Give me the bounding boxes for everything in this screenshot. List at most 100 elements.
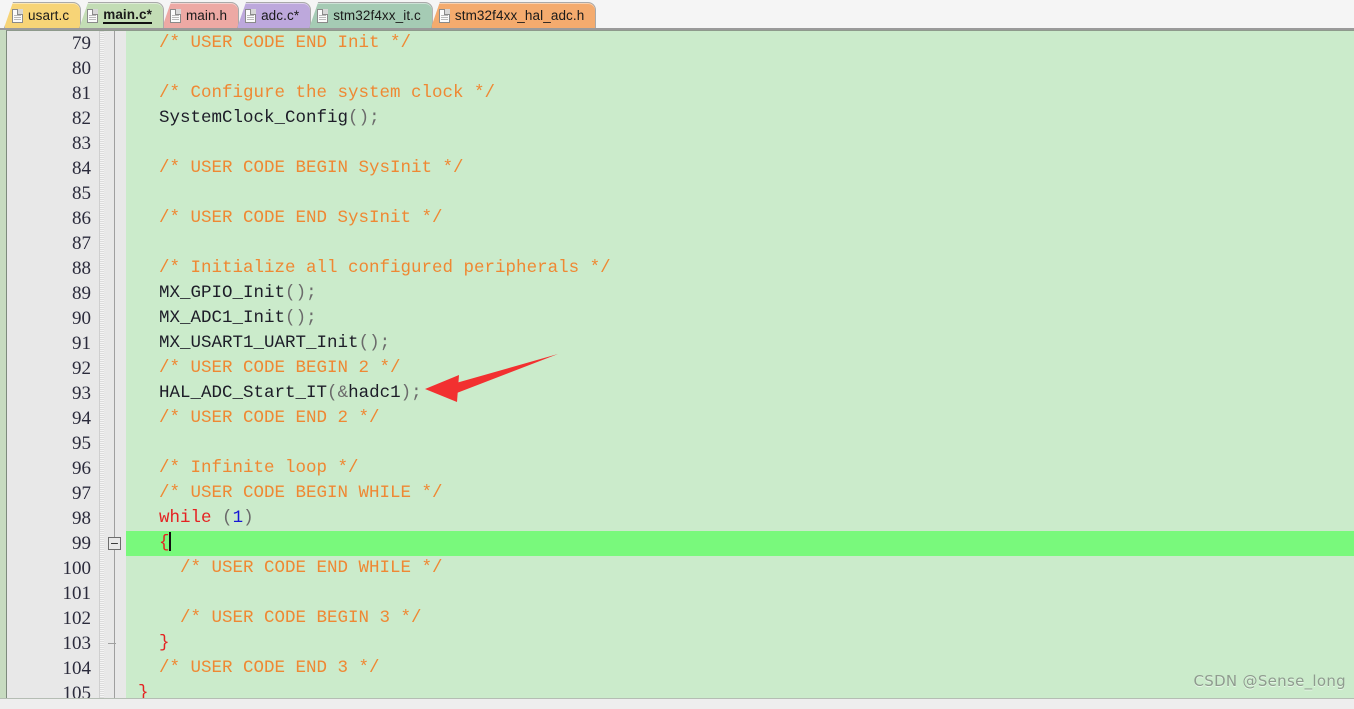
- code-line[interactable]: /* Infinite loop */: [126, 456, 1354, 481]
- code-line-text: {: [126, 531, 1354, 556]
- code-line[interactable]: MX_USART1_UART_Init();: [126, 331, 1354, 356]
- text-caret: [168, 532, 171, 551]
- editor-tab-bar[interactable]: usart.c main.c* main.h adc.c* stm32f4xx_it.c…: [0, 0, 1354, 30]
- code-line[interactable]: }: [126, 631, 1354, 656]
- editor-tab-main-c-[interactable]: main.c*: [79, 2, 164, 28]
- editor-tab-label: main.h: [185, 8, 228, 23]
- editor-tab-label: stm32f4xx_it.c: [333, 8, 421, 23]
- line-number: 100: [62, 558, 92, 579]
- line-number: 105: [62, 683, 92, 698]
- fold-end-marker: [108, 643, 116, 644]
- code-line-text: [126, 231, 1354, 256]
- line-number: 89: [72, 283, 91, 304]
- editor-tab-stm32f4xx-hal-adc-h[interactable]: stm32f4xx_hal_adc.h: [430, 2, 597, 28]
- line-number: 92: [72, 358, 91, 379]
- line-number: 83: [72, 133, 91, 154]
- code-line-text: [126, 131, 1354, 156]
- code-line[interactable]: {: [126, 531, 1354, 556]
- code-text-area[interactable]: /* USER CODE END Init */ /* Configure th…: [126, 31, 1354, 698]
- line-number: 91: [72, 333, 91, 354]
- code-line-text: /* Infinite loop */: [138, 458, 359, 478]
- code-folding-column[interactable]: [104, 31, 126, 698]
- file-icon: [12, 8, 23, 23]
- code-line[interactable]: /* USER CODE BEGIN 3 */: [126, 606, 1354, 631]
- file-icon: [245, 8, 257, 23]
- code-line[interactable]: /* USER CODE BEGIN WHILE */: [126, 481, 1354, 506]
- code-line[interactable]: /* Configure the system clock */: [126, 81, 1354, 106]
- code-line[interactable]: [126, 231, 1354, 256]
- code-line-text: /* USER CODE BEGIN 3 */: [138, 608, 422, 628]
- code-line-text: /* USER CODE END 2 */: [138, 408, 380, 428]
- code-line-text: [126, 56, 1354, 81]
- code-line-text: SystemClock_Config();: [159, 108, 380, 128]
- line-number: 86: [72, 208, 91, 229]
- code-line-text: [126, 181, 1354, 206]
- code-line[interactable]: while (1): [126, 506, 1354, 531]
- editor-viewport[interactable]: 79 80 81 82 83 84 85 86 87 88 89 90 91 92 93 94 95 96 97 98…: [6, 30, 1354, 698]
- code-line[interactable]: /* USER CODE END Init */: [126, 31, 1354, 56]
- editor-tab-label: stm32f4xx_hal_adc.h: [454, 8, 585, 23]
- code-line[interactable]: HAL_ADC_Start_IT(&hadc1);: [126, 381, 1354, 406]
- code-line[interactable]: /* Initialize all configured peripherals…: [126, 256, 1354, 281]
- line-number: 95: [72, 433, 91, 454]
- line-number: 80: [72, 58, 91, 79]
- line-number: 96: [72, 458, 91, 479]
- editor-tab-label: main.c*: [103, 7, 152, 24]
- line-number: 88: [72, 258, 91, 279]
- line-number: 81: [72, 83, 91, 104]
- code-line[interactable]: [126, 131, 1354, 156]
- code-line[interactable]: MX_ADC1_Init();: [126, 306, 1354, 331]
- line-number: 99: [72, 533, 91, 554]
- line-number-gutter: 79 80 81 82 83 84 85 86 87 88 89 90 91 92 93 94 95 96 97 98…: [7, 31, 100, 698]
- code-line-text: /* USER CODE END WHILE */: [138, 558, 443, 578]
- code-line[interactable]: }: [126, 681, 1354, 698]
- code-line-text: }: [159, 633, 170, 653]
- code-line[interactable]: [126, 181, 1354, 206]
- line-number: 102: [62, 608, 92, 629]
- file-icon: [87, 8, 99, 23]
- code-line[interactable]: /* USER CODE BEGIN SysInit */: [126, 156, 1354, 181]
- editor-bottom-strip: [0, 698, 1354, 709]
- code-line-text: /* USER CODE END Init */: [138, 33, 412, 53]
- line-number: 104: [62, 658, 92, 679]
- code-line[interactable]: /* USER CODE END SysInit */: [126, 206, 1354, 231]
- code-line-text: while (1): [159, 508, 254, 528]
- code-line-text: /* USER CODE BEGIN SysInit */: [138, 158, 464, 178]
- editor-tab-label: adc.c*: [261, 8, 300, 23]
- editor-tab-adc-c-[interactable]: adc.c*: [237, 2, 312, 28]
- code-line-text: }: [138, 683, 149, 698]
- code-line[interactable]: MX_GPIO_Init();: [126, 281, 1354, 306]
- file-icon: [169, 8, 181, 23]
- line-number: 90: [72, 308, 91, 329]
- code-line[interactable]: [126, 431, 1354, 456]
- line-number: 98: [72, 508, 91, 529]
- code-line[interactable]: /* USER CODE BEGIN 2 */: [126, 356, 1354, 381]
- code-line[interactable]: [126, 581, 1354, 606]
- fold-collapse-icon[interactable]: −: [108, 537, 121, 550]
- line-number: 84: [72, 158, 91, 179]
- watermark-text: CSDN @Sense_long: [1193, 672, 1346, 690]
- line-number: 87: [72, 233, 91, 254]
- line-number: 94: [72, 408, 91, 429]
- code-line[interactable]: [126, 56, 1354, 81]
- code-line-text: [126, 581, 1354, 606]
- code-line-text: /* USER CODE BEGIN 2 */: [138, 358, 401, 378]
- code-line[interactable]: SystemClock_Config();: [126, 106, 1354, 131]
- code-line-text: MX_GPIO_Init();: [159, 283, 317, 303]
- code-line-text: [126, 431, 1354, 456]
- code-line-text: /* USER CODE END 3 */: [138, 658, 380, 678]
- line-number: 85: [72, 183, 91, 204]
- editor-tab-label: usart.c: [28, 8, 70, 23]
- file-icon: [317, 8, 329, 23]
- file-icon: [438, 8, 450, 23]
- code-line[interactable]: /* USER CODE END 2 */: [126, 406, 1354, 431]
- editor-tab-main-h[interactable]: main.h: [161, 2, 240, 28]
- editor-tab-stm32f4xx-it-c[interactable]: stm32f4xx_it.c: [309, 2, 433, 28]
- code-line-text: MX_ADC1_Init();: [159, 308, 317, 328]
- editor-tab-usart-c[interactable]: usart.c: [4, 2, 82, 28]
- code-line[interactable]: /* USER CODE END WHILE */: [126, 556, 1354, 581]
- line-number: 97: [72, 483, 91, 504]
- code-line[interactable]: /* USER CODE END 3 */: [126, 656, 1354, 681]
- code-editor[interactable]: 79 80 81 82 83 84 85 86 87 88 89 90 91 92 93 94 95 96 97 98…: [0, 30, 1354, 709]
- code-line-text: /* Initialize all configured peripherals…: [138, 258, 611, 278]
